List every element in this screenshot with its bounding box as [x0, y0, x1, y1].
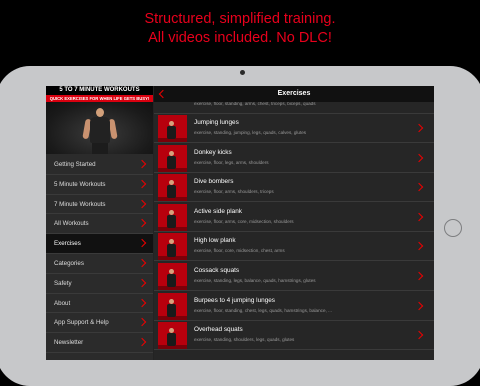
- exercise-thumbnail: [158, 322, 187, 350]
- exercise-row[interactable]: Dive bombers exercise, floor, arms, shoul…: [154, 173, 434, 203]
- exercise-row[interactable]: Overhead squats exercise, standing, shoul…: [154, 321, 434, 351]
- sidebar-item-label: 5 Minute Workouts: [54, 180, 106, 188]
- sidebar-item-app-support-help[interactable]: App Support & Help: [46, 313, 153, 334]
- sidebar-item-safety[interactable]: Safety: [46, 274, 153, 294]
- app-screen: 5 TO 7 MINUTE WORKOUTS QUICK EXERCISES F…: [46, 86, 434, 360]
- exercise-thumbnail: [158, 263, 187, 290]
- exercise-name: Burpees to 4 jumping lunges: [194, 296, 276, 304]
- sidebar-item-label: Safety: [54, 279, 72, 287]
- chevron-right-icon: [137, 258, 147, 268]
- sidebar-item-label: Newsletter: [54, 339, 84, 347]
- chevron-right-icon: [137, 278, 147, 288]
- exercise-row[interactable]: Active side plank exercise, floor, arms, …: [154, 203, 434, 232]
- chevron-right-icon: [414, 330, 424, 340]
- camera-icon: [240, 70, 245, 75]
- exercise-tags: exercise, floor, legs, arms, shoulders: [194, 159, 269, 165]
- promo-banner: Structured, simplified training. All vid…: [0, 10, 480, 48]
- exercise-row[interactable]: Donkey kicks exercise, floor, legs, arms,…: [154, 144, 434, 173]
- sidebar-item-label: Categories: [54, 259, 84, 267]
- promo-line-2: All videos included. No DLC!: [148, 30, 332, 46]
- chevron-right-icon: [414, 123, 424, 133]
- exercise-row[interactable]: Cossack squats exercise, standing, legs, …: [154, 262, 434, 291]
- chevron-right-icon: [414, 153, 424, 162]
- sidebar-item-label: About: [54, 299, 71, 307]
- chevron-right-icon: [137, 298, 147, 307]
- exercise-tags: exercise, floor, standing, chest, legs, …: [194, 307, 332, 313]
- exercise-tags: exercise, floor, arms, shoulders, tricep…: [194, 189, 274, 195]
- sidebar-item-about[interactable]: About: [46, 294, 153, 314]
- page-title: Exercises: [277, 90, 311, 97]
- exercise-name: Jumping lunges: [194, 119, 239, 126]
- exercise-name: High low plank: [194, 237, 236, 245]
- chevron-right-icon: [414, 301, 424, 310]
- exercise-list: exercise, floor, standing, arms, chest, …: [154, 86, 434, 360]
- exercise-row[interactable]: Jumping lunges exercise, standing, jumpin…: [154, 114, 434, 143]
- exercise-thumbnail: [158, 115, 187, 142]
- chevron-right-icon: [137, 179, 147, 189]
- sidebar-item-getting-started[interactable]: Getting Started: [46, 155, 153, 175]
- chevron-right-icon: [414, 271, 424, 281]
- exercise-thumbnail: [158, 292, 187, 320]
- exercise-row[interactable]: High low plank exercise, floor, core, mid…: [154, 232, 434, 262]
- sidebar-item-categories[interactable]: Categories: [46, 254, 153, 274]
- sidebar-menu: Getting Started 5 Minute Workouts 7 Minute…: [46, 155, 153, 353]
- sidebar-item-5-minute-workouts[interactable]: 5 Minute Workouts: [46, 175, 153, 195]
- exercise-thumbnail: [158, 203, 187, 231]
- exercise-tags: exercise, floor, core, midsection, chest…: [194, 248, 285, 254]
- exercise-row[interactable]: Burpees to 4 jumping lunges exercise, flo…: [154, 292, 434, 321]
- exercise-tags: exercise, standing, shoulders, legs, qua…: [194, 337, 295, 343]
- exercise-thumbnail: [158, 174, 187, 202]
- chevron-right-icon: [414, 182, 424, 192]
- chevron-right-icon: [414, 212, 424, 222]
- sidebar-title: 5 TO 7 MINUTE WORKOUTS: [46, 86, 153, 95]
- sidebar-item-newsletter[interactable]: Newsletter: [46, 333, 153, 353]
- sidebar-item-label: All Workouts: [54, 220, 89, 228]
- sidebar: 5 TO 7 MINUTE WORKOUTS QUICK EXERCISES F…: [46, 86, 153, 360]
- back-chevron-icon[interactable]: [158, 89, 168, 99]
- exercise-name: Active side plank: [194, 207, 242, 215]
- sidebar-item-7-minute-workouts[interactable]: 7 Minute Workouts: [46, 195, 153, 215]
- sidebar-item-label: Exercises: [54, 240, 81, 248]
- sidebar-item-exercises[interactable]: Exercises: [46, 234, 153, 254]
- chevron-right-icon: [137, 318, 147, 327]
- exercise-name: Donkey kicks: [194, 148, 232, 156]
- promo-line-1: Structured, simplified training.: [144, 11, 336, 27]
- sidebar-item-label: Getting Started: [54, 161, 96, 168]
- sidebar-item-label: 7 Minute Workouts: [54, 200, 106, 208]
- nav-bar: Exercises: [154, 86, 434, 102]
- chevron-right-icon: [414, 242, 424, 251]
- sidebar-item-all-workouts[interactable]: All Workouts: [46, 214, 153, 235]
- chevron-right-icon: [137, 337, 147, 347]
- exercise-tags: exercise, standing, jumping, legs, quads…: [194, 130, 307, 135]
- exercise-name: Cossack squats: [194, 267, 240, 274]
- exercise-name: Overhead squats: [194, 326, 243, 334]
- exercise-tags: exercise, standing, legs, balance, quads…: [194, 278, 316, 283]
- exercise-name: Dive bombers: [194, 178, 234, 186]
- chevron-right-icon: [137, 159, 147, 169]
- chevron-right-icon: [137, 199, 147, 208]
- list-item-partial[interactable]: exercise, floor, standing, arms, chest, …: [154, 101, 434, 114]
- exercise-thumbnail: [158, 144, 187, 172]
- trainer-image: [46, 102, 153, 154]
- exercise-list-panel: exercise, floor, standing, arms, chest, …: [154, 86, 434, 360]
- sidebar-subtitle: QUICK EXERCISES FOR WHEN LIFE GETS BUSY!: [46, 95, 153, 102]
- sidebar-item-label: App Support & Help: [54, 319, 109, 327]
- home-button[interactable]: [444, 219, 462, 237]
- chevron-right-icon: [137, 238, 147, 248]
- chevron-right-icon: [137, 219, 147, 228]
- exercise-thumbnail: [158, 233, 187, 261]
- exercise-tags: exercise, floor, arms, core, midsection,…: [194, 218, 294, 224]
